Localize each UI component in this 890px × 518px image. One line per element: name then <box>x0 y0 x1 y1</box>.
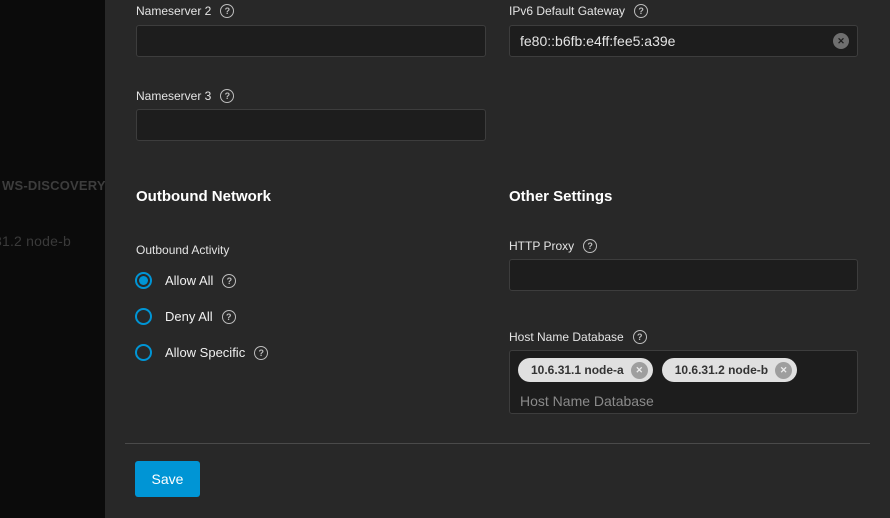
chip-node-a-label: 10.6.31.1 node-a <box>531 363 624 377</box>
host-name-database-label: Host Name Database <box>509 330 624 344</box>
host-name-database-placeholder[interactable]: Host Name Database <box>520 393 849 409</box>
chip-node-b-remove-icon[interactable]: ✕ <box>775 361 793 379</box>
chip-node-a[interactable]: 10.6.31.1 node-a ✕ <box>518 358 653 382</box>
http-proxy-input[interactable] <box>509 259 858 291</box>
ipv6-gateway-clear-icon[interactable]: ✕ <box>833 33 849 49</box>
nameserver3-input[interactable] <box>136 109 486 141</box>
host-name-database-label-row: Host Name Database ? <box>509 330 647 344</box>
nameserver2-label-row: Nameserver 2 ? <box>136 4 235 18</box>
chip-node-a-remove-icon[interactable]: ✕ <box>630 361 648 379</box>
nameserver2-label: Nameserver 2 <box>136 4 212 18</box>
radio-label-deny-all: Deny All <box>165 309 213 324</box>
ipv6-gateway-help-icon[interactable]: ? <box>634 4 649 18</box>
radio-option-deny-all[interactable]: Deny All ? <box>135 308 236 325</box>
nameserver2-input[interactable] <box>136 25 486 57</box>
ipv6-gateway-field: ✕ <box>509 25 858 57</box>
nameserver2-help-icon[interactable]: ? <box>220 4 235 18</box>
nameserver3-label: Nameserver 3 <box>136 89 212 103</box>
outbound-activity-label: Outbound Activity <box>136 243 230 257</box>
http-proxy-help-icon[interactable]: ? <box>583 239 598 253</box>
network-settings-panel: Nameserver 2 ? Nameserver 3 ? IPv6 Defau… <box>105 0 890 518</box>
nameserver3-help-icon[interactable]: ? <box>220 89 235 103</box>
host-name-database-input[interactable]: 10.6.31.1 node-a ✕ 10.6.31.2 node-b ✕ Ho… <box>509 350 858 414</box>
outbound-network-title: Outbound Network <box>136 188 271 205</box>
allow-specific-help-icon[interactable]: ? <box>254 345 269 360</box>
other-settings-title: Other Settings <box>509 188 613 205</box>
background-truncated-text-ws-discovery: WS-DISCOVERY <box>2 178 105 193</box>
host-name-database-chips: 10.6.31.1 node-a ✕ 10.6.31.2 node-b ✕ <box>518 358 849 382</box>
radio-circle-deny-all[interactable] <box>135 308 152 325</box>
deny-all-help-icon[interactable]: ? <box>221 309 236 324</box>
allow-all-help-icon[interactable]: ? <box>222 273 237 288</box>
radio-circle-allow-specific[interactable] <box>135 344 152 361</box>
ipv6-gateway-input[interactable] <box>509 25 858 57</box>
chip-node-b-label: 10.6.31.2 node-b <box>674 363 769 377</box>
radio-option-allow-all[interactable]: Allow All ? <box>135 272 237 289</box>
http-proxy-label: HTTP Proxy <box>509 239 575 253</box>
host-name-database-help-icon[interactable]: ? <box>632 330 647 344</box>
http-proxy-label-row: HTTP Proxy ? <box>509 239 598 253</box>
outbound-activity-label-row: Outbound Activity <box>136 243 229 257</box>
radio-circle-allow-all[interactable] <box>135 272 152 289</box>
ipv6-gateway-label: IPv6 Default Gateway <box>509 4 626 18</box>
radio-label-allow-all: Allow All <box>165 273 214 288</box>
chip-node-b[interactable]: 10.6.31.2 node-b ✕ <box>661 358 798 382</box>
footer-divider <box>125 443 870 444</box>
radio-label-allow-specific: Allow Specific <box>165 345 246 360</box>
save-button[interactable]: Save <box>135 461 200 497</box>
background-truncated-text-node-b: 31.2 node-b <box>0 233 71 249</box>
ipv6-gateway-label-row: IPv6 Default Gateway ? <box>509 4 649 18</box>
network-settings-screen: WS-DISCOVERY 31.2 node-b Nameserver 2 ? … <box>0 0 890 518</box>
radio-option-allow-specific[interactable]: Allow Specific ? <box>135 344 269 361</box>
nameserver3-label-row: Nameserver 3 ? <box>136 89 235 103</box>
background-page-strip: WS-DISCOVERY 31.2 node-b <box>0 0 105 518</box>
